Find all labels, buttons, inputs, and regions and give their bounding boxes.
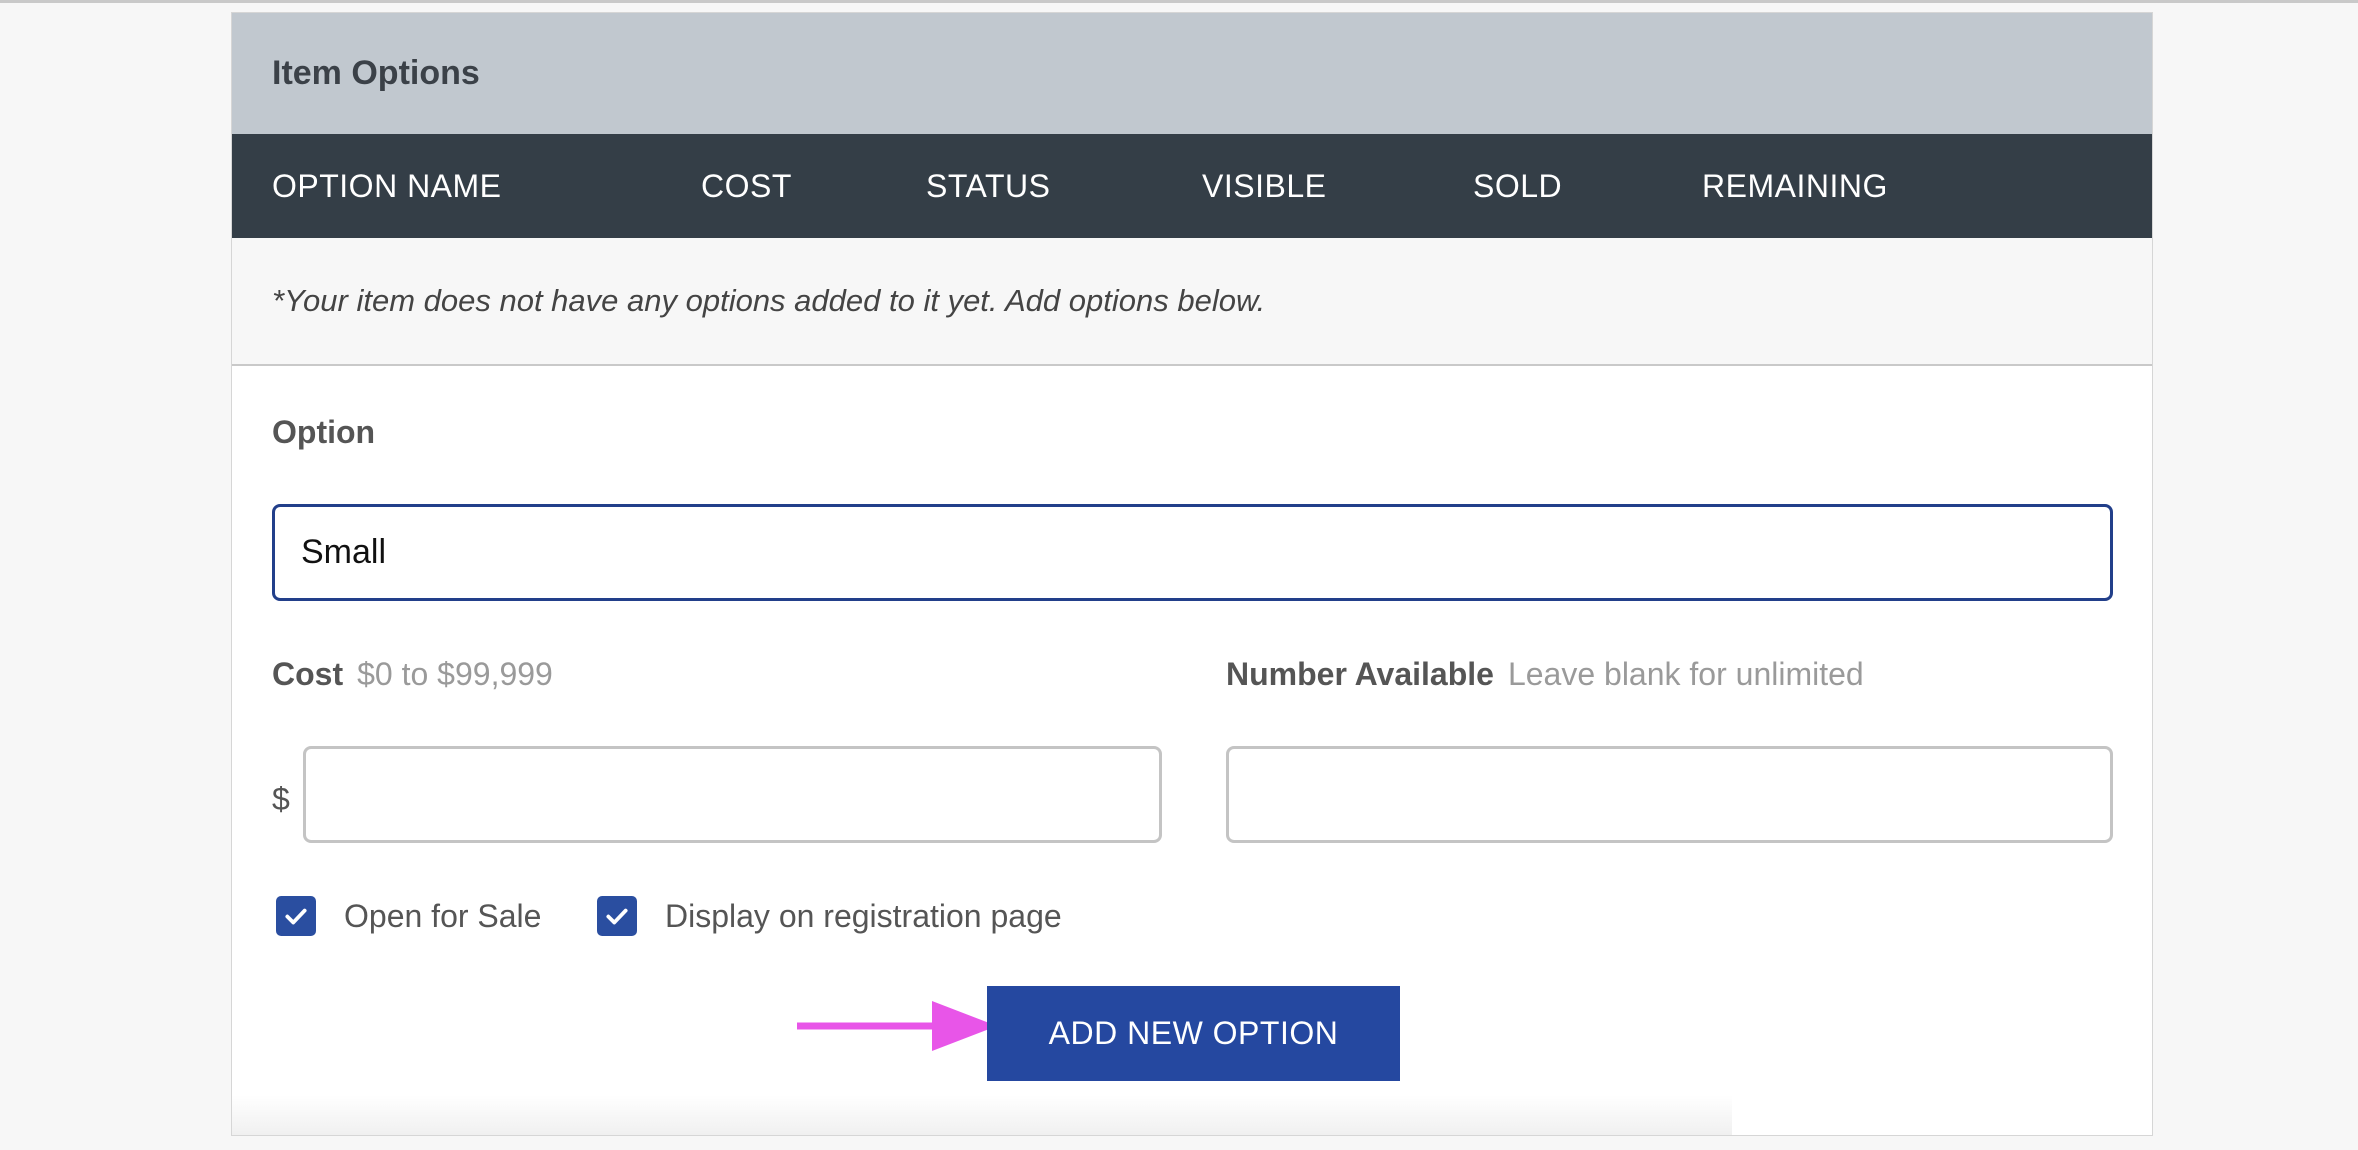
column-visible: VISIBLE — [1202, 168, 1327, 204]
panel-header: Item Options — [232, 13, 2152, 134]
empty-message: *Your item does not have any options add… — [272, 283, 1266, 318]
cost-field-label: Cost $0 to $99,999 — [272, 656, 553, 693]
cost-hint: $0 to $99,999 — [357, 656, 553, 692]
display-on-registration-label: Display on registration page — [665, 897, 1062, 934]
empty-table-row: *Your item does not have any options add… — [232, 238, 2152, 366]
open-for-sale-option[interactable]: Open for Sale — [276, 896, 541, 936]
annotation-arrow-icon — [797, 1001, 997, 1051]
top-divider — [0, 0, 2358, 3]
options-table-header: OPTION NAME COST STATUS VISIBLE SOLD REM… — [232, 134, 2152, 238]
panel-bottom-shadow — [232, 1095, 1732, 1135]
item-options-panel: Item Options OPTION NAME COST STATUS VIS… — [231, 12, 2153, 1136]
checkmark-icon — [606, 908, 628, 925]
currency-symbol: $ — [272, 781, 290, 817]
column-option-name: OPTION NAME — [272, 168, 502, 204]
open-for-sale-label: Open for Sale — [344, 897, 542, 934]
number-available-field-label: Number Available Leave blank for unlimite… — [1226, 656, 1864, 693]
column-sold: SOLD — [1473, 168, 1563, 204]
column-remaining: REMAINING — [1702, 168, 1888, 204]
number-available-hint: Leave blank for unlimited — [1507, 656, 1864, 692]
option-name-input[interactable] — [272, 504, 2113, 601]
cost-label: Cost — [272, 656, 344, 692]
display-on-registration-checkbox[interactable] — [597, 896, 637, 936]
panel-title: Item Options — [272, 54, 480, 92]
checkmark-icon — [285, 908, 307, 925]
number-available-input[interactable] — [1226, 746, 2113, 843]
cost-input[interactable] — [303, 746, 1162, 843]
number-available-label: Number Available — [1226, 656, 1494, 692]
display-on-registration-option[interactable]: Display on registration page — [597, 896, 1062, 936]
column-cost: COST — [701, 168, 792, 204]
add-option-form: Option Cost $0 to $99,999 Number Availabl… — [232, 366, 2152, 1135]
add-new-option-button[interactable]: ADD NEW OPTION — [987, 986, 1400, 1081]
column-status: STATUS — [926, 168, 1051, 204]
option-label: Option — [272, 414, 376, 450]
open-for-sale-checkbox[interactable] — [276, 896, 316, 936]
